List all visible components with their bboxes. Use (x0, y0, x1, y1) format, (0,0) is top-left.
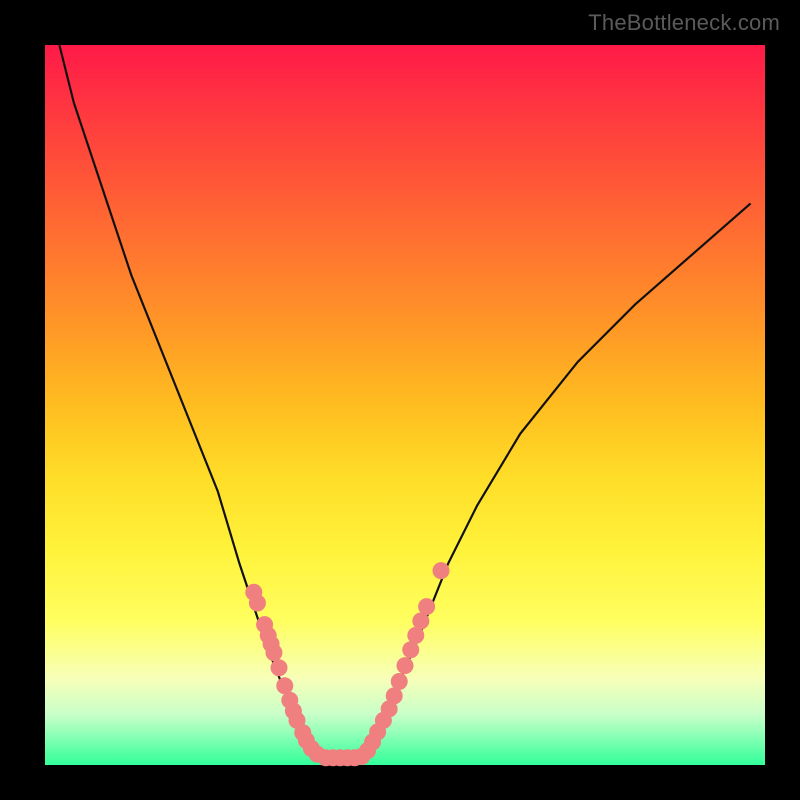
curve-right-path (362, 203, 751, 756)
overlay-dot (397, 657, 414, 674)
overlay-dots (245, 562, 449, 766)
overlay-dot (249, 595, 266, 612)
stage: TheBottleneck.com (0, 0, 800, 800)
overlay-dot (265, 644, 282, 661)
watermark-text: TheBottleneck.com (588, 10, 780, 36)
overlay-dot (391, 673, 408, 690)
overlay-dot (433, 562, 450, 579)
overlay-dot (271, 659, 288, 676)
chart-svg (45, 45, 765, 765)
overlay-dot (418, 598, 435, 615)
plot-area (45, 45, 765, 765)
